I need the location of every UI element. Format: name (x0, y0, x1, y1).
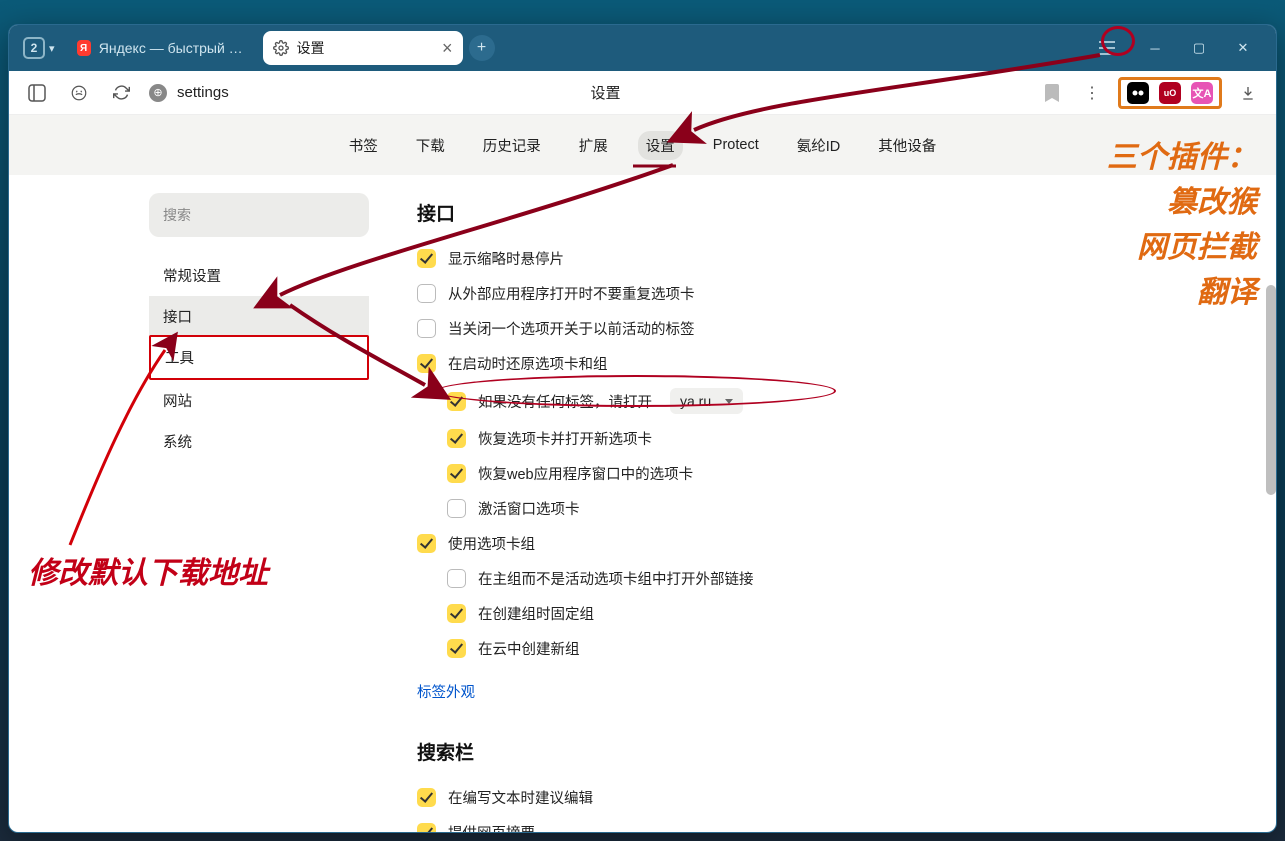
browser-window: 2 ▾ Я Яндекс — быстрый поиск 设置 × + ─ ▢ … (8, 24, 1277, 833)
checkbox[interactable] (447, 569, 466, 588)
tab-label: Яндекс — быстрый поиск (99, 40, 247, 56)
sidebar-search[interactable]: 搜索 (149, 193, 369, 237)
content: 书签 下载 历史记录 扩展 设置 Protect 氨纶ID 其他设备 搜索 常规… (9, 115, 1276, 832)
default-page-select[interactable]: ya.ru (670, 388, 743, 414)
checkbox[interactable] (417, 319, 436, 338)
sidebar-toggle-button[interactable] (23, 79, 51, 107)
opt-create-in-cloud[interactable]: 在云中创建新组 (447, 638, 1236, 659)
checkbox[interactable] (417, 249, 436, 268)
nav-protect[interactable]: Protect (705, 133, 767, 157)
nav-bookmarks[interactable]: 书签 (341, 131, 386, 160)
opt-if-no-tabs[interactable]: 如果没有任何标签，请打开 ya.ru (447, 388, 1236, 414)
menu-button[interactable] (1086, 33, 1128, 63)
bookmark-icon[interactable] (1038, 79, 1066, 107)
annotation-download-path: 修改默认下载地址 (28, 548, 268, 592)
ext-ublock-icon[interactable]: uO (1159, 82, 1181, 104)
window-controls: ─ ▢ ✕ (1134, 33, 1264, 63)
link-tab-appearance[interactable]: 标签外观 (417, 681, 475, 702)
nav-downloads[interactable]: 下载 (408, 131, 453, 160)
checkbox[interactable] (417, 354, 436, 373)
sidebar-item-tools[interactable]: 工具 (149, 335, 369, 380)
scrollbar[interactable] (1266, 235, 1276, 832)
reload-button[interactable] (107, 79, 135, 107)
nav-settings[interactable]: 设置 (638, 131, 683, 160)
downloads-button[interactable] (1234, 79, 1262, 107)
opt-restore-groups[interactable]: 在启动时还原选项卡和组 (417, 353, 1236, 374)
maximize-button[interactable]: ▢ (1178, 33, 1220, 63)
sidebar-item-websites[interactable]: 网站 (149, 380, 369, 421)
nav-id[interactable]: 氨纶ID (789, 131, 849, 160)
nav-history[interactable]: 历史记录 (475, 131, 549, 160)
nav-extensions[interactable]: 扩展 (571, 131, 616, 160)
extensions-highlight: uO 文A (1118, 77, 1222, 109)
sidebar-item-interface[interactable]: 接口 (149, 296, 369, 337)
checkbox[interactable] (417, 823, 436, 832)
section-searchbar: 搜索栏 (417, 738, 1236, 765)
opt-suggest-edit[interactable]: 在编写文本时建议编辑 (417, 787, 1236, 808)
checkbox[interactable] (417, 284, 436, 303)
settings-sidebar: 搜索 常规设置 接口 工具 网站 系统 (149, 193, 369, 832)
opt-restore-webapp[interactable]: 恢复web应用程序窗口中的选项卡 (447, 463, 1236, 484)
opt-restore-open-new[interactable]: 恢复选项卡并打开新选项卡 (447, 428, 1236, 449)
toolbar: ⊕ 设置 ⋮ uO 文A (9, 71, 1276, 115)
nav-other-devices[interactable]: 其他设备 (870, 131, 944, 160)
opt-use-tab-groups[interactable]: 使用选项卡组 (417, 533, 1236, 554)
more-button[interactable]: ⋮ (1078, 79, 1106, 107)
ext-tampermonkey-icon[interactable] (1127, 82, 1149, 104)
tab-label: 设置 (297, 38, 325, 58)
gear-icon (273, 40, 289, 56)
opt-open-ext-in-main[interactable]: 在主组而不是活动选项卡组中打开外部链接 (447, 568, 1236, 589)
tab-counter[interactable]: 2 ▾ (17, 33, 61, 63)
ext-translate-icon[interactable]: 文A (1191, 82, 1213, 104)
close-window-button[interactable]: ✕ (1222, 33, 1264, 63)
close-icon[interactable]: × (442, 39, 453, 57)
opt-pin-on-create[interactable]: 在创建组时固定组 (447, 603, 1236, 624)
site-icon: ⊕ (149, 84, 167, 102)
checkbox[interactable] (417, 534, 436, 553)
checkbox[interactable] (447, 604, 466, 623)
page-title: 设置 (187, 82, 1024, 103)
home-button[interactable] (65, 79, 93, 107)
opt-close-switch-prev[interactable]: 当关闭一个选项开关于以前活动的标签 (417, 318, 1236, 339)
tab-settings[interactable]: 设置 × (263, 31, 463, 65)
sidebar-item-general[interactable]: 常规设置 (149, 255, 369, 296)
address-bar[interactable]: ⊕ 设置 (149, 82, 1024, 103)
yandex-favicon: Я (77, 40, 91, 56)
annotation-plugins: 三个插件： 篡改猴 网页拦截 翻译 (1107, 135, 1257, 315)
checkbox[interactable] (417, 788, 436, 807)
sidebar-item-system[interactable]: 系统 (149, 421, 369, 462)
new-tab-button[interactable]: + (469, 35, 495, 61)
chevron-down-icon: ▾ (49, 42, 55, 55)
checkbox[interactable] (447, 499, 466, 518)
opt-activate-window-tab[interactable]: 激活窗口选项卡 (447, 498, 1236, 519)
checkbox[interactable] (447, 392, 466, 411)
minimize-button[interactable]: ─ (1134, 33, 1176, 63)
checkbox[interactable] (447, 429, 466, 448)
tab-count-badge: 2 (23, 37, 45, 59)
tab-yandex[interactable]: Я Яндекс — быстрый поиск (67, 31, 257, 65)
titlebar: 2 ▾ Я Яндекс — быстрый поиск 设置 × + ─ ▢ … (9, 25, 1276, 71)
checkbox[interactable] (447, 639, 466, 658)
checkbox[interactable] (447, 464, 466, 483)
settings-topnav: 书签 下载 历史记录 扩展 设置 Protect 氨纶ID 其他设备 (9, 115, 1276, 175)
opt-page-summary[interactable]: 提供网页摘要 (417, 822, 1236, 832)
